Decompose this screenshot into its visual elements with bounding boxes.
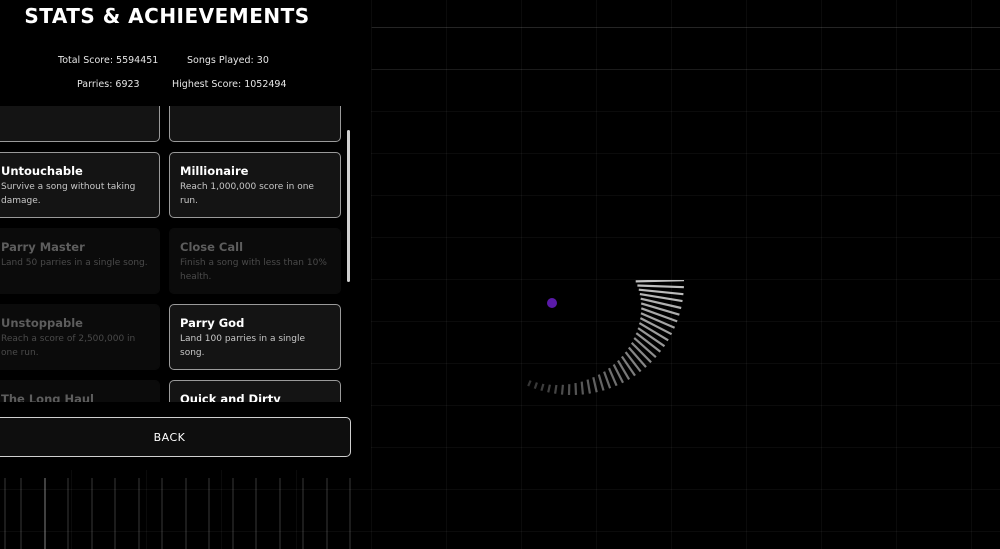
achievement-card: Parry God Land 100 parries in a single so… bbox=[169, 304, 341, 370]
achievement-card: Parry Master Land 50 parries in a single … bbox=[0, 228, 160, 294]
achievements-scroll-area[interactable]: Land your first parry.Survive a full son… bbox=[0, 106, 353, 402]
achievement-name: Unstoppable bbox=[1, 316, 83, 330]
achievement-name: Parry God bbox=[180, 316, 245, 330]
stats-achievements-panel: STATS & ACHIEVEMENTS Total Score: 559445… bbox=[0, 0, 371, 470]
visualizer-bar bbox=[580, 381, 584, 395]
visualizer-bar bbox=[592, 377, 598, 393]
visualizer-bar bbox=[574, 383, 578, 395]
achievement-description: Reach 1,000,000 score in one run. bbox=[180, 182, 314, 206]
radial-visualizer bbox=[527, 280, 685, 396]
visualizer-bar bbox=[547, 384, 551, 393]
achievement-name: The Long Haul bbox=[1, 392, 94, 402]
scrollbar-thumb[interactable] bbox=[347, 130, 350, 282]
achievement-description: Land 50 parries in a single song. bbox=[1, 258, 148, 268]
background-line bbox=[372, 69, 1000, 70]
achievement-name: Close Call bbox=[180, 240, 244, 254]
visualizer-bar bbox=[527, 380, 532, 387]
visualizer-bar bbox=[620, 355, 636, 377]
achievement-name: Millionaire bbox=[180, 164, 249, 178]
visualizer-bar bbox=[624, 351, 642, 373]
visualizer-bar bbox=[586, 379, 591, 394]
achievement-card: Land your first parry. bbox=[0, 106, 160, 142]
visualizer-bar bbox=[554, 384, 558, 394]
achievement-name: Untouchable bbox=[1, 164, 83, 178]
visualizer-bar bbox=[638, 288, 684, 296]
achievement-card: The Long HaulSurvive a song that is over… bbox=[0, 380, 160, 402]
stat-parries: Parries: 6923 bbox=[77, 79, 140, 90]
background-line bbox=[372, 27, 1000, 28]
achievement-description: Finish a song with less than 10% health. bbox=[180, 258, 327, 282]
page-title: STATS & ACHIEVEMENTS bbox=[24, 4, 310, 28]
stat-total-score: Total Score: 5594451 bbox=[58, 55, 159, 66]
visualizer-bar bbox=[637, 284, 684, 289]
achievement-card: Unstoppable Reach a score of 2,500,000 in… bbox=[0, 304, 160, 370]
stat-songs-played: Songs Played: 30 bbox=[187, 55, 269, 66]
back-button[interactable]: BACK bbox=[0, 417, 351, 457]
achievement-name: Quick and Dirty bbox=[180, 392, 281, 402]
visualizer-bar bbox=[560, 384, 564, 395]
visualizer-bar bbox=[597, 374, 605, 391]
achievement-card: Survive a full song. bbox=[169, 106, 341, 142]
purple-orb bbox=[547, 298, 557, 308]
visualizer-bar bbox=[533, 382, 538, 389]
achievement-description: Land 100 parries in a single song. bbox=[180, 334, 305, 358]
achievement-card: Quick and DirtySurvive a song that is le… bbox=[169, 380, 341, 402]
visualizer-bar bbox=[635, 280, 685, 283]
visualizer-bar bbox=[627, 346, 647, 368]
visualizer-bar bbox=[540, 383, 545, 392]
visualizer-bar bbox=[603, 371, 612, 389]
visualizer-bar bbox=[640, 302, 680, 316]
visualizer-bar bbox=[607, 367, 618, 387]
stat-highest-score: Highest Score: 1052494 bbox=[172, 79, 287, 90]
achievement-name: Parry Master bbox=[1, 240, 85, 254]
achievement-card: Millionaire Reach 1,000,000 score in one … bbox=[169, 152, 341, 218]
bottom-visualizer bbox=[4, 478, 351, 549]
achievement-card: Close Call Finish a song with less than 1… bbox=[169, 228, 341, 294]
achievement-description: Reach a score of 2,500,000 in one run. bbox=[1, 334, 136, 358]
achievement-card: Untouchable Survive a song without taking… bbox=[0, 152, 160, 218]
achievement-description: Survive a song without taking damage. bbox=[1, 182, 136, 206]
